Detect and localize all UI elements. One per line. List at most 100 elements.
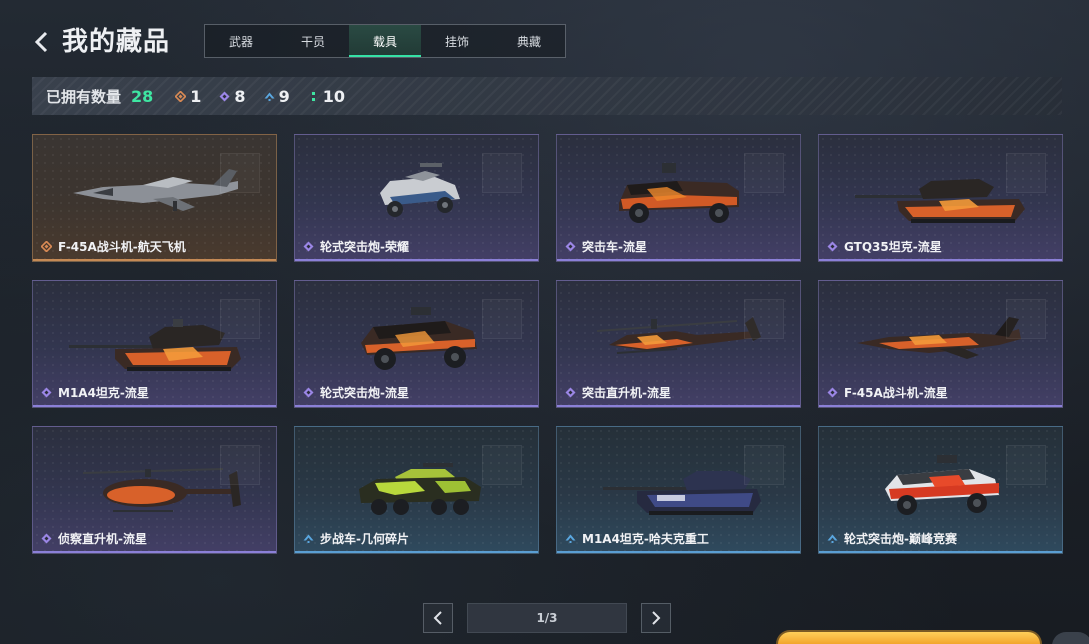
vehicle-image <box>33 433 276 529</box>
rarity-underline <box>33 551 276 553</box>
vehicle-name-row: 步战车-几何碎片 <box>303 530 409 547</box>
rarity-underline <box>295 551 538 553</box>
tab-charms[interactable]: 挂饰 <box>421 25 493 57</box>
vehicle-name: M1A4坦克-流星 <box>58 386 149 400</box>
tank-icon <box>603 471 761 515</box>
rarity-underline <box>557 551 800 553</box>
assault-truck-icon <box>619 163 739 223</box>
blue-chevron-icon <box>827 534 838 543</box>
vehicle-name: 轮式突击炮-流星 <box>320 386 409 400</box>
armored-car-icon <box>885 455 999 515</box>
vehicle-name-row: F-45A战斗机-航天飞机 <box>41 238 186 255</box>
vehicle-card[interactable]: GTQ35坦克-流星 <box>818 134 1063 262</box>
tab-operators[interactable]: 干员 <box>277 25 349 57</box>
vehicle-name-row: F-45A战斗机-流星 <box>827 384 948 401</box>
vehicle-card[interactable]: M1A4坦克-哈夫克重工 <box>556 426 801 554</box>
rarity-underline <box>557 405 800 407</box>
rarity-blue-count: 9 <box>278 86 290 106</box>
vehicle-card[interactable]: F-45A战斗机-航天飞机 <box>32 134 277 262</box>
vehicle-name-row: 轮式突击炮-流星 <box>303 384 409 401</box>
primary-action-button[interactable] <box>776 630 1042 644</box>
scout-helicopter-icon <box>82 468 241 512</box>
tab-weapons[interactable]: 武器 <box>205 25 277 57</box>
rarity-count-purple: 8 <box>219 86 246 106</box>
vehicle-image <box>295 141 538 237</box>
vehicle-card[interactable]: 轮式突击炮-巅峰竞赛 <box>818 426 1063 554</box>
armored-car-icon <box>361 307 477 370</box>
category-tabs: 武器 干员 载具 挂饰 典藏 <box>204 24 566 58</box>
vehicle-name-row: 轮式突击炮-巅峰竞赛 <box>827 530 957 547</box>
purple-diamond-icon <box>303 241 314 252</box>
vehicle-name: 步战车-几何碎片 <box>320 532 409 546</box>
owned-total-count: 28 <box>131 86 154 106</box>
vehicle-card[interactable]: 侦察直升机-流星 <box>32 426 277 554</box>
vehicle-image <box>557 141 800 237</box>
tank-icon <box>855 179 1025 223</box>
blue-chevron-icon <box>264 92 275 101</box>
purple-diamond-icon <box>41 387 52 398</box>
vehicle-name: M1A4坦克-哈夫克重工 <box>582 532 709 546</box>
chevron-left-icon <box>34 31 48 53</box>
rarity-green-count: 10 <box>322 86 345 106</box>
owned-count-label: 已拥有数量 <box>46 87 122 106</box>
vehicle-card[interactable]: M1A4坦克-流星 <box>32 280 277 408</box>
rarity-count-green: 10 <box>308 87 345 106</box>
purple-diamond-icon <box>219 91 230 101</box>
purple-diamond-icon <box>565 387 576 398</box>
rarity-underline <box>33 259 276 261</box>
tab-collection[interactable]: 典藏 <box>493 25 565 57</box>
purple-diamond-icon <box>827 241 838 252</box>
owned-summary-bar: 已拥有数量 28 1 8 9 10 <box>32 77 1062 115</box>
vehicle-name: 轮式突击炮-巅峰竞赛 <box>844 532 957 546</box>
vehicle-name-row: 突击车-流星 <box>565 238 647 255</box>
rarity-underline <box>819 551 1062 553</box>
chevron-left-icon <box>433 611 442 625</box>
jet-icon <box>857 317 1021 359</box>
gold-diamond-icon <box>41 241 52 252</box>
rarity-underline <box>819 405 1062 407</box>
vehicle-name: 突击直升机-流星 <box>582 386 671 400</box>
ifv-icon <box>359 463 481 515</box>
prev-page-button[interactable] <box>423 603 453 633</box>
rarity-underline <box>295 259 538 261</box>
vehicle-card[interactable]: 轮式突击炮-荣耀 <box>294 134 539 262</box>
vehicle-image <box>557 433 800 529</box>
vehicle-card[interactable]: 步战车-几何碎片 <box>294 426 539 554</box>
vehicle-name-row: 侦察直升机-流星 <box>41 530 147 547</box>
vehicle-name-row: 突击直升机-流星 <box>565 384 671 401</box>
blue-chevron-icon <box>303 534 314 543</box>
rarity-purple-count: 8 <box>234 86 246 106</box>
purple-diamond-icon <box>303 387 314 398</box>
tab-vehicles[interactable]: 载具 <box>349 25 421 57</box>
vehicle-image <box>295 433 538 529</box>
rarity-count-gold: 1 <box>175 87 201 106</box>
rarity-gold-count: 1 <box>190 86 202 106</box>
next-page-button[interactable] <box>641 603 671 633</box>
attack-helicopter-icon <box>596 317 761 354</box>
vehicle-name: F-45A战斗机-航天飞机 <box>58 240 186 254</box>
vehicle-name: 轮式突击炮-荣耀 <box>320 240 409 254</box>
rarity-count-blue: 9 <box>264 87 290 106</box>
vehicle-image <box>33 287 276 383</box>
back-button[interactable] <box>30 28 56 56</box>
vehicle-card[interactable]: 轮式突击炮-流星 <box>294 280 539 408</box>
vehicle-name-row: 轮式突击炮-荣耀 <box>303 238 409 255</box>
vehicle-card[interactable]: F-45A战斗机-流星 <box>818 280 1063 408</box>
rarity-underline <box>295 405 538 407</box>
jet-icon <box>73 169 238 211</box>
rarity-underline <box>557 259 800 261</box>
rarity-underline <box>33 405 276 407</box>
purple-diamond-icon <box>827 387 838 398</box>
vehicle-card[interactable]: 突击直升机-流星 <box>556 280 801 408</box>
page-title: 我的藏品 <box>62 27 171 57</box>
vehicle-name: F-45A战斗机-流星 <box>844 386 948 400</box>
vehicle-name: GTQ35坦克-流星 <box>844 240 942 254</box>
vehicle-name-row: GTQ35坦克-流星 <box>827 238 942 255</box>
secondary-round-button[interactable] <box>1052 632 1089 644</box>
vehicle-image <box>819 287 1062 383</box>
vehicle-image <box>819 141 1062 237</box>
vehicle-card[interactable]: 突击车-流星 <box>556 134 801 262</box>
vehicle-name-row: M1A4坦克-哈夫克重工 <box>565 530 709 547</box>
chevron-right-icon <box>652 611 661 625</box>
vehicle-grid: F-45A战斗机-航天飞机 轮式突击炮-荣耀 突击车-流星 GTQ35坦克-流星… <box>32 134 1063 554</box>
